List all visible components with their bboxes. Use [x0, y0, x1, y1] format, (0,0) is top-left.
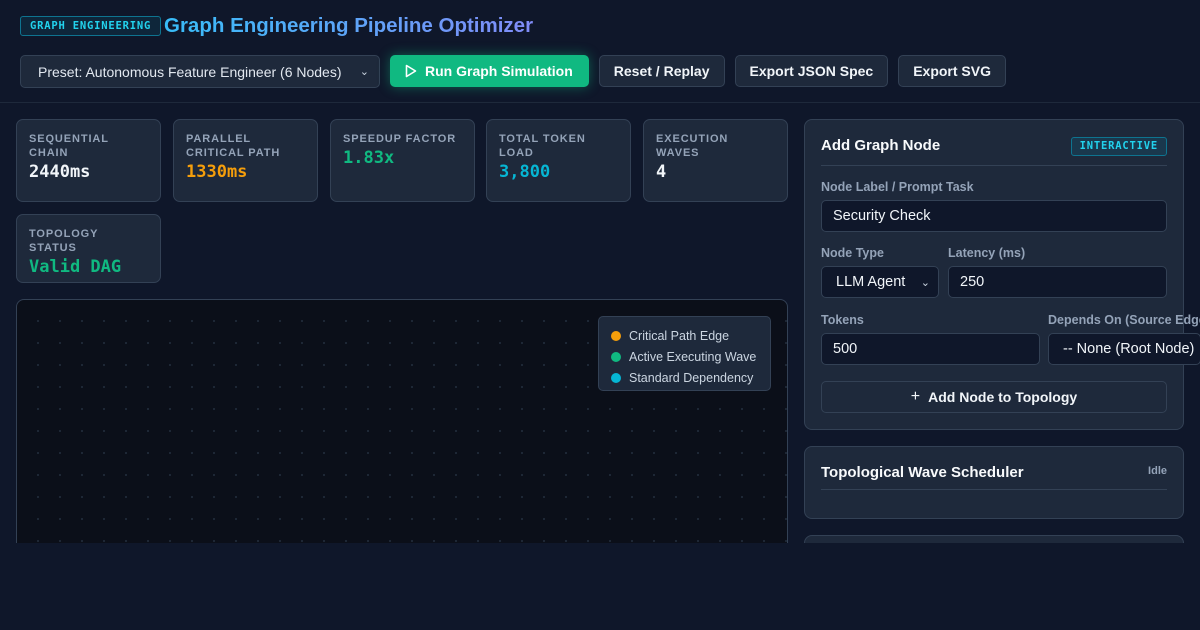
node-label-input[interactable]: Security Check: [821, 200, 1167, 232]
app-badge: GRAPH ENGINEERING: [20, 16, 162, 36]
stat-total-token-load: TOTAL TOKEN LOAD 3,800: [486, 119, 631, 202]
app-header: GRAPH ENGINEERING Graph Engineering Pipe…: [0, 0, 1200, 103]
chevron-down-icon: ⌄: [359, 66, 369, 78]
stat-speedup-factor: SPEEDUP FACTOR 1.83x: [330, 119, 475, 202]
stat-value: 1330ms: [186, 162, 248, 182]
add-node-label: Add Node to Topology: [928, 389, 1078, 405]
node-type-value: LLM Agent: [836, 274, 906, 290]
legend-item-standard-dependency: Standard Dependency: [611, 367, 758, 388]
latency-caption: Latency (ms): [948, 246, 1026, 260]
latency-input[interactable]: 250: [948, 266, 1167, 298]
legend-label: Active Executing Wave: [629, 349, 757, 364]
depends-on-value: -- None (Root Node): [1063, 341, 1195, 357]
stat-label: SEQUENTIAL CHAIN: [29, 133, 109, 159]
legend-dot: [611, 372, 621, 383]
toolbar: Preset: Autonomous Feature Engineer (6 N…: [20, 55, 1006, 88]
divider: [821, 489, 1167, 490]
legend-dot: [611, 330, 621, 341]
scheduler-status: Idle: [1148, 465, 1167, 477]
divider: [821, 165, 1167, 166]
run-simulation-button[interactable]: Run Graph Simulation: [390, 55, 589, 87]
legend-item-active-wave: Active Executing Wave: [611, 346, 758, 367]
add-node-button[interactable]: + Add Node to Topology: [821, 381, 1167, 413]
node-label-caption: Node Label / Prompt Task: [821, 180, 974, 194]
play-icon: [405, 64, 417, 78]
stat-value: 4: [656, 162, 667, 182]
stat-label: TOPOLOGY STATUS: [29, 228, 99, 254]
legend-label: Standard Dependency: [629, 370, 754, 385]
reset-replay-button[interactable]: Reset / Replay: [598, 55, 725, 87]
stat-label: EXECUTION WAVES: [656, 133, 729, 159]
stat-execution-waves: EXECUTION WAVES 4: [643, 119, 788, 202]
stat-value: 2440ms: [29, 162, 91, 182]
chevron-down-icon: ⌄: [920, 276, 930, 289]
preset-select[interactable]: Preset: Autonomous Feature Engineer (6 N…: [20, 55, 380, 88]
depends-on-select[interactable]: -- None (Root Node): [1048, 333, 1200, 365]
stat-parallel-critical-path: PARALLEL CRITICAL PATH 1330ms: [173, 119, 318, 202]
scheduler-panel: Topological Wave Scheduler Idle: [804, 446, 1184, 519]
tokens-caption: Tokens: [821, 313, 864, 327]
export-json-button[interactable]: Export JSON Spec: [734, 55, 889, 87]
legend-label: Critical Path Edge: [629, 328, 730, 343]
stat-value: 3,800: [499, 162, 551, 182]
stat-topology-status: TOPOLOGY STATUS Valid DAG: [16, 214, 161, 283]
legend-item-critical-path: Critical Path Edge: [611, 325, 758, 346]
run-simulation-label: Run Graph Simulation: [425, 63, 573, 79]
preset-select-value: Preset: Autonomous Feature Engineer (6 N…: [38, 63, 342, 80]
stat-label: SPEEDUP FACTOR: [343, 133, 457, 145]
stat-value: 1.83x: [343, 148, 395, 168]
stat-label: PARALLEL CRITICAL PATH: [186, 133, 281, 159]
graph-legend: Critical Path Edge Active Executing Wave…: [598, 316, 771, 391]
page-bottom-area: [0, 543, 1200, 630]
stat-sequential-chain: SEQUENTIAL CHAIN 2440ms: [16, 119, 161, 202]
stat-label: TOTAL TOKEN LOAD: [499, 133, 586, 159]
export-svg-button[interactable]: Export SVG: [898, 55, 1006, 87]
interactive-tag: INTERACTIVE: [1070, 137, 1167, 156]
page-title: Graph Engineering Pipeline Optimizer: [164, 14, 534, 37]
stat-value: Valid DAG: [29, 257, 122, 277]
plus-icon: +: [910, 388, 921, 405]
tokens-input[interactable]: 500: [821, 333, 1040, 365]
node-type-select[interactable]: LLM Agent ⌄: [821, 266, 939, 298]
add-node-title: Add Graph Node: [821, 137, 941, 154]
legend-dot: [611, 351, 621, 362]
node-type-caption: Node Type: [821, 246, 884, 260]
scheduler-title: Topological Wave Scheduler: [821, 464, 1024, 481]
depends-on-caption: Depends On (Source Edge: [1048, 313, 1200, 327]
add-node-panel: Add Graph Node INTERACTIVE Node Label / …: [804, 119, 1200, 430]
